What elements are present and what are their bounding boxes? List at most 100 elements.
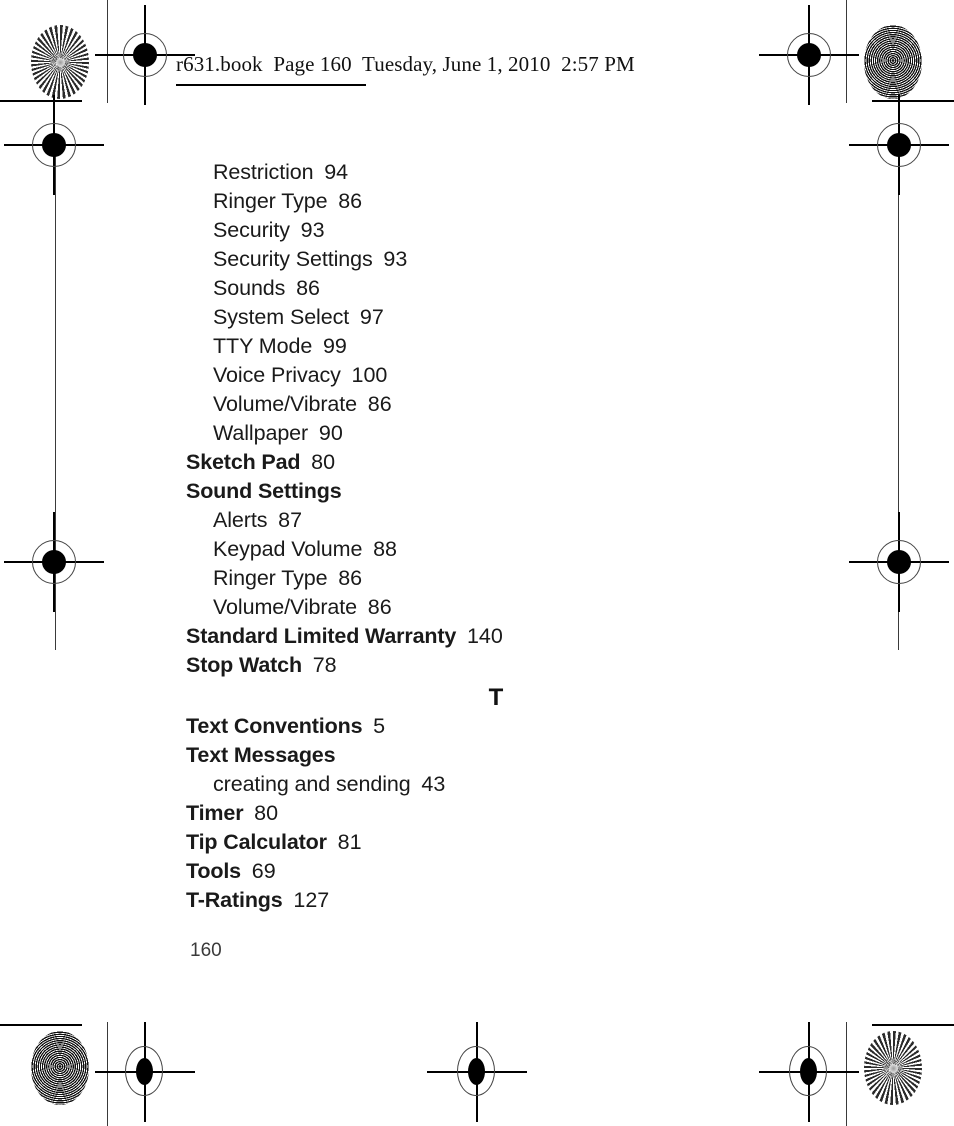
index-entry-page-number: 43 bbox=[410, 772, 446, 796]
index-entry-page-number: 80 bbox=[300, 450, 336, 474]
index-subentry: TTY Mode 99 bbox=[213, 332, 806, 361]
index-group-s: Sketch Pad 80 Sound Settings Alerts 87 Keyp… bbox=[186, 448, 806, 680]
bleed-line-bottom-right bbox=[846, 1022, 847, 1126]
index-content: Restriction 94 Ringer Type 86 Security 93 S… bbox=[186, 158, 806, 915]
index-entry: T-Ratings 127 bbox=[186, 886, 806, 915]
bleed-line-top-left bbox=[107, 0, 108, 103]
index-entry-label: TTY Mode bbox=[213, 334, 313, 358]
index-entry-label: Standard Limited Warranty bbox=[186, 624, 457, 648]
index-entry-page-number: 100 bbox=[340, 363, 388, 387]
index-entry-page-number: 86 bbox=[285, 276, 320, 300]
registration-target-bottom-right bbox=[759, 1022, 859, 1122]
index-entry: Tools 69 bbox=[186, 857, 806, 886]
index-subentry: Security Settings 93 bbox=[213, 245, 806, 274]
index-entry: Text Messages bbox=[186, 741, 806, 770]
index-subentry: System Select 97 bbox=[213, 303, 806, 332]
crop-rule-top-right bbox=[872, 100, 954, 102]
bleed-line-right-edge bbox=[898, 150, 899, 650]
index-entry-label: Sound Settings bbox=[186, 479, 342, 503]
index-entry-label: Security Settings bbox=[213, 247, 373, 271]
index-subentry: Keypad Volume 88 bbox=[213, 535, 806, 564]
index-entry-page-number: 86 bbox=[327, 566, 363, 590]
index-entry-page-number: 78 bbox=[301, 653, 337, 677]
section-letter-t: T bbox=[488, 684, 504, 711]
index-entry-page-number: 86 bbox=[327, 189, 363, 213]
index-entry: Stop Watch 78 bbox=[186, 651, 806, 680]
index-entry-page-number: 90 bbox=[308, 421, 343, 445]
index-subentry: Volume/Vibrate 86 bbox=[213, 593, 806, 622]
registration-target-bottom-center bbox=[427, 1022, 527, 1122]
index-subentry: Alerts 87 bbox=[213, 506, 806, 535]
registration-target-left-upper bbox=[4, 95, 104, 195]
index-entry-label: Text Conventions bbox=[186, 714, 363, 738]
index-entry-page-number: 87 bbox=[267, 508, 303, 532]
registration-target-top-right bbox=[759, 5, 859, 105]
index-entry-label: Keypad Volume bbox=[213, 537, 363, 561]
index-entry-page-number: 99 bbox=[312, 334, 347, 358]
index-entry-label: creating and sending bbox=[213, 772, 411, 796]
registration-target-top-left bbox=[95, 5, 195, 105]
index-subentry: Security 93 bbox=[213, 216, 806, 245]
registration-target-bottom-left bbox=[95, 1022, 195, 1122]
crop-rule-top-left-inner bbox=[176, 84, 366, 86]
index-entry-page-number: 88 bbox=[362, 537, 397, 561]
index-entry: Text Conventions 5 bbox=[186, 712, 806, 741]
index-entry-label: Wallpaper bbox=[213, 421, 309, 445]
bleed-line-bottom-left bbox=[107, 1022, 108, 1126]
index-entry-label: Ringer Type bbox=[213, 566, 328, 590]
index-entry-label: Sounds bbox=[213, 276, 286, 300]
index-entry-label: Text Messages bbox=[186, 743, 336, 767]
index-entry-label: Restriction bbox=[213, 160, 314, 184]
bleed-line-top-right bbox=[846, 0, 847, 103]
index-entry-label: Volume/Vibrate bbox=[213, 392, 358, 416]
crop-rule-bottom-right bbox=[872, 1024, 954, 1026]
index-entry-label: Ringer Type bbox=[213, 189, 328, 213]
index-group-t: Text Conventions 5 Text Messages creating … bbox=[186, 712, 806, 915]
index-subentry: Sounds 86 bbox=[213, 274, 806, 303]
index-entry-page-number: 80 bbox=[243, 801, 279, 825]
index-entry: Standard Limited Warranty 140 bbox=[186, 622, 806, 651]
index-entry-label: Timer bbox=[186, 801, 244, 825]
index-entry: Sketch Pad 80 bbox=[186, 448, 806, 477]
index-entry-label: Security bbox=[213, 218, 290, 242]
concentric-ring-target-bottom-left bbox=[31, 1031, 89, 1105]
radial-resolution-target-top-left bbox=[31, 25, 89, 99]
index-group-continued: Restriction 94 Ringer Type 86 Security 93 S… bbox=[186, 158, 806, 448]
index-subentry: Ringer Type 86 bbox=[213, 564, 806, 593]
index-entry-label: T-Ratings bbox=[186, 888, 283, 912]
index-entry-page-number: 5 bbox=[362, 714, 386, 738]
index-entry-page-number: 97 bbox=[349, 305, 384, 329]
index-entry-page-number: 93 bbox=[289, 218, 325, 242]
index-entry: Timer 80 bbox=[186, 799, 806, 828]
index-subentry: Volume/Vibrate 86 bbox=[213, 390, 806, 419]
index-entry-page-number: 127 bbox=[282, 888, 330, 912]
index-entry-label: Voice Privacy bbox=[213, 363, 341, 387]
index-entry-label: System Select bbox=[213, 305, 350, 329]
crop-rule-top-left bbox=[0, 100, 82, 102]
registration-target-right-lower bbox=[849, 512, 949, 612]
index-entry-page-number: 86 bbox=[357, 595, 392, 619]
index-subentry: creating and sending 43 bbox=[213, 770, 806, 799]
page-folio-number: 160 bbox=[190, 940, 222, 961]
index-entry-label: Alerts bbox=[213, 508, 268, 532]
index-entry-label: Stop Watch bbox=[186, 653, 302, 677]
index-entry-page-number: 86 bbox=[357, 392, 392, 416]
index-entry-label: Tip Calculator bbox=[186, 830, 327, 854]
bleed-line-left-edge bbox=[55, 150, 56, 650]
index-entry: Sound Settings bbox=[186, 477, 806, 506]
index-entry-label: Volume/Vibrate bbox=[213, 595, 358, 619]
index-subentry: Restriction 94 bbox=[213, 158, 806, 187]
radial-resolution-target-bottom-right bbox=[864, 1031, 922, 1105]
section-letter-block: T bbox=[186, 680, 806, 712]
registration-target-right-upper bbox=[849, 95, 949, 195]
index-entry-page-number: 140 bbox=[456, 624, 503, 648]
index-subentry: Ringer Type 86 bbox=[213, 187, 806, 216]
index-entry-page-number: 93 bbox=[372, 247, 408, 271]
index-subentry: Wallpaper 90 bbox=[213, 419, 806, 448]
index-entry-page-number: 81 bbox=[326, 830, 362, 854]
concentric-ring-target-top-right bbox=[864, 25, 922, 99]
index-entry-page-number: 69 bbox=[240, 859, 276, 883]
registration-target-left-lower bbox=[4, 512, 104, 612]
index-entry-label: Tools bbox=[186, 859, 241, 883]
index-entry: Tip Calculator 81 bbox=[186, 828, 806, 857]
